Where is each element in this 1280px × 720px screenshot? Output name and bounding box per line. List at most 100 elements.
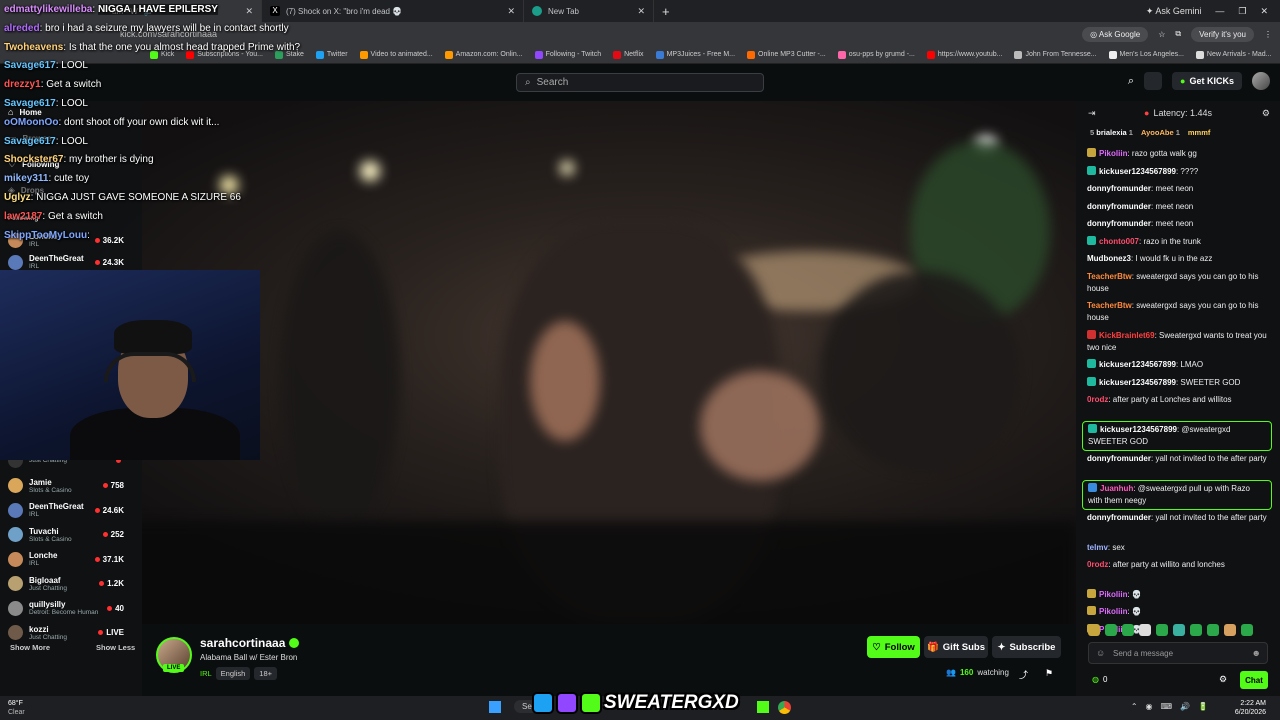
show-less-button[interactable]: Show Less	[96, 643, 135, 652]
tab-x-post[interactable]: X (7) Shock on X: "bro i'm dead 💀 ✕	[262, 0, 524, 22]
emote-icon[interactable]	[1241, 624, 1253, 636]
chat-message[interactable]: donnyfromunder: meet neon	[1087, 183, 1273, 195]
chat-username[interactable]: Juanhuh	[1100, 484, 1133, 493]
bookmark-item[interactable]: Video to animated...	[359, 50, 433, 59]
bookmark-star-icon[interactable]: ☆	[1158, 30, 1165, 39]
chat-username[interactable]: KickBrainlet69	[1099, 331, 1155, 340]
chat-username[interactable]: 0rodz	[1087, 395, 1108, 404]
chat-message[interactable]: 0rodz: after party at Lonches and willit…	[1087, 394, 1273, 406]
extensions-icon[interactable]: ⧉	[1175, 29, 1181, 39]
bookmark-item[interactable]: osu-pps by grumd -...	[837, 50, 915, 59]
chat-message[interactable]: chonto007: razo in the trunk	[1087, 235, 1273, 248]
chat-message[interactable]: kickuser1234567899: @sweatergxd SWEETER …	[1082, 420, 1272, 451]
sidebar-channel[interactable]: Jamie Slots & Casino 758	[8, 478, 134, 494]
chat-message[interactable]: donnyfromunder: meet neon	[1087, 201, 1273, 213]
chat-message[interactable]: 0rodz: after party at willito and lonche…	[1087, 559, 1273, 571]
language-tag[interactable]: English	[215, 667, 251, 680]
emote-icon[interactable]	[1122, 624, 1134, 636]
minimize-icon[interactable]: —	[1215, 6, 1224, 16]
chat-message[interactable]: donnyfromunder: meet neon	[1087, 218, 1273, 230]
maximize-icon[interactable]: ❐	[1238, 6, 1246, 17]
system-tray-icons[interactable]: ⌃◉⌨🔊🔋	[1131, 702, 1216, 711]
bookmark-item[interactable]: Twitter	[315, 50, 348, 59]
search-toggle-icon[interactable]: ⌕	[1128, 75, 1134, 88]
chat-message[interactable]: kickuser1234567899: SWEETER GOD	[1087, 376, 1273, 389]
chat-username[interactable]: donnyfromunder	[1087, 454, 1151, 463]
chat-message[interactable]: kickuser1234567899: LMAO	[1087, 359, 1273, 371]
chat-message[interactable]: Pikoliin: 💀	[1087, 588, 1273, 601]
close-tab-icon[interactable]: ✕	[637, 6, 645, 17]
emote-icon[interactable]	[1105, 624, 1117, 636]
sidebar-channel[interactable]: Tuvachi Slots & Casino 252	[8, 527, 134, 543]
gifter-item[interactable]: AyooAbe 1	[1141, 128, 1180, 137]
chat-username[interactable]: Mudbonez3	[1087, 254, 1131, 263]
chat-input[interactable]: ☺ Send a message ☻	[1088, 642, 1268, 664]
chat-username[interactable]: chonto007	[1099, 237, 1139, 246]
close-window-icon[interactable]: ✕	[1260, 6, 1268, 17]
ask-gemini-button[interactable]: ✦ Ask Gemini	[1146, 6, 1202, 17]
report-icon[interactable]: ⚑	[1045, 668, 1053, 679]
chat-username[interactable]: kickuser1234567899	[1099, 360, 1176, 369]
kick-points[interactable]: ◍ 0	[1092, 675, 1107, 684]
gifter-item[interactable]: 5 brialexia 1	[1090, 128, 1133, 137]
sidebar-channel[interactable]: DeenTheGreat IRL 24.3K	[8, 254, 134, 270]
chat-message[interactable]: TeacherBtw: sweatergxd says you can go t…	[1087, 300, 1273, 324]
sidebar-channel[interactable]: Lonche IRL 37.1K	[8, 551, 134, 567]
user-avatar[interactable]	[1252, 72, 1270, 90]
chat-username[interactable]: donnyfromunder	[1087, 219, 1151, 228]
chat-message[interactable]: Pikoliin: razo gotta walk gg	[1087, 148, 1273, 160]
chat-message[interactable]: TeacherBtw: sweatergxd says you can go t…	[1087, 271, 1273, 295]
gifter-item[interactable]: mmmf	[1188, 128, 1211, 137]
follow-button[interactable]: ♡ Follow	[867, 636, 920, 658]
chat-username[interactable]: Pikoliin	[1099, 149, 1127, 158]
mature-tag[interactable]: 18+	[254, 667, 278, 680]
emote-icon[interactable]	[1088, 624, 1100, 636]
bookmark-item[interactable]: Men's Los Angeles...	[1108, 50, 1184, 59]
sidebar-channel[interactable]: kozzi Just Chatting LIVE	[8, 625, 134, 641]
emote-picker-icon[interactable]: ☻	[1252, 648, 1261, 658]
tab-new-tab[interactable]: New Tab ✕	[524, 0, 654, 22]
subscribe-button[interactable]: ✦ Subscribe	[992, 636, 1061, 658]
chat-message[interactable]: Pikoliin: 💀	[1087, 606, 1273, 618]
chat-username[interactable]: Pikoliin	[1099, 607, 1127, 616]
emote-icon[interactable]	[1207, 624, 1219, 636]
bookmark-item[interactable]: Netflix	[613, 50, 644, 59]
chat-message[interactable]: telmv: sex	[1087, 542, 1273, 554]
bookmark-item[interactable]: MP3Juices - Free M...	[655, 50, 735, 59]
gift-subs-button[interactable]: 🎁 Gift Subs	[924, 636, 988, 658]
chat-message[interactable]: Juanhuh: @sweatergxd pull up with Razo w…	[1082, 479, 1272, 510]
chat-username[interactable]: Pikoliin	[1099, 590, 1127, 599]
emoji-icon[interactable]: ☺	[1096, 648, 1105, 658]
emote-icon[interactable]	[1156, 624, 1168, 636]
weather-widget[interactable]: 68°F Clear	[8, 699, 25, 717]
chat-settings-icon[interactable]: ⚙	[1262, 108, 1270, 119]
chat-username[interactable]: donnyfromunder	[1087, 184, 1151, 193]
chat-username[interactable]: donnyfromunder	[1087, 202, 1151, 211]
chat-message[interactable]: donnyfromunder: yall not invited to the …	[1087, 512, 1273, 524]
show-more-button[interactable]: Show More	[10, 643, 50, 652]
windows-start-icon[interactable]	[489, 701, 501, 713]
verify-profile-button[interactable]: Verify it's you	[1191, 26, 1254, 42]
bookmark-item[interactable]: John From Tennesse...	[1014, 50, 1097, 59]
sidebar-channel[interactable]: quillysilly Detroit: Become Human 40	[8, 600, 134, 616]
sidebar-channel[interactable]: DeenTheGreat IRL 24.6K	[8, 502, 134, 518]
chat-username[interactable]: kickuser1234567899	[1099, 167, 1176, 176]
channel-name[interactable]: sarahcortinaaa	[200, 636, 300, 650]
collapse-chat-icon[interactable]: ⇥	[1088, 108, 1096, 119]
menu-dots-icon[interactable]: ⋮	[1264, 30, 1272, 39]
search-input[interactable]: ⌕ Search	[516, 73, 764, 92]
bookmark-item[interactable]: Following - Twitch	[534, 50, 601, 59]
close-tab-icon[interactable]: ✕	[507, 6, 515, 17]
new-tab-button[interactable]: +	[662, 4, 670, 19]
send-chat-button[interactable]: Chat	[1240, 671, 1268, 689]
get-kicks-button[interactable]: ● Get KICKs	[1172, 72, 1242, 90]
chat-username[interactable]: kickuser1234567899	[1099, 378, 1176, 387]
chat-username[interactable]: kickuser1234567899	[1100, 425, 1177, 434]
emote-icon[interactable]	[1173, 624, 1185, 636]
library-icon[interactable]	[1144, 72, 1163, 90]
bookmark-item[interactable]: Online MP3 Cutter -...	[747, 50, 826, 59]
share-icon[interactable]: ⤴	[1019, 668, 1028, 681]
chat-message[interactable]: Mudbonez3: I would fk u in the azz	[1087, 253, 1273, 265]
ask-google-button[interactable]: ◎ Ask Google	[1082, 26, 1149, 42]
sidebar-channel[interactable]: Bigloaaf Just Chatting 1.2K	[8, 576, 134, 592]
